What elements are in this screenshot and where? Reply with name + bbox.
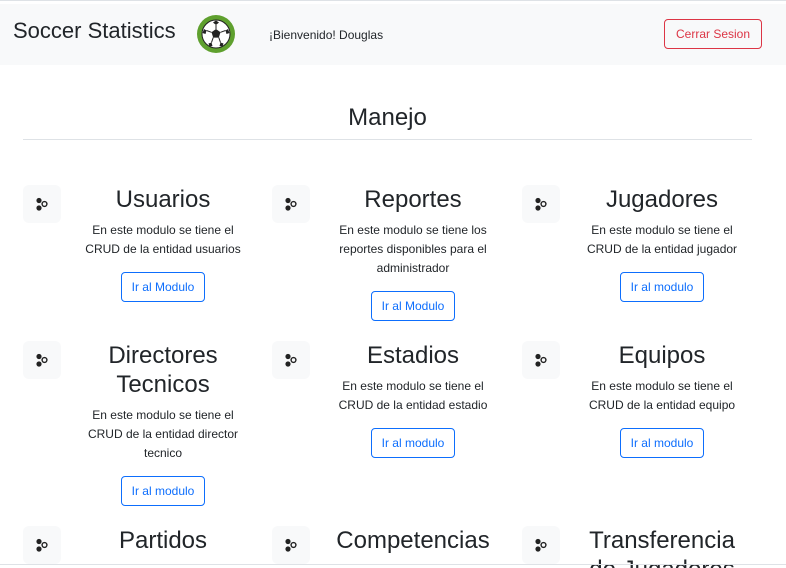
toggle-icon xyxy=(522,185,560,223)
module-title: Directores Tecnicos xyxy=(108,342,218,398)
page-title: Manejo xyxy=(348,104,427,131)
logout-button[interactable]: Cerrar Sesion xyxy=(664,19,762,49)
module-title: Usuarios xyxy=(115,186,211,213)
module-card-estadios: Estadios En este modulo se tiene el CRUD… xyxy=(328,341,498,458)
module-card-transferencia-de-jugadores: Transferencia de Jugadores xyxy=(577,526,747,568)
module-title: Jugadores xyxy=(605,186,719,213)
module-description: En este modulo se tiene el CRUD de la en… xyxy=(85,223,241,256)
go-to-module-button[interactable]: Ir al Modulo xyxy=(120,272,206,302)
toggle-icon xyxy=(23,526,61,564)
go-to-module-button[interactable]: Ir al Modulo xyxy=(370,291,456,321)
module-title: Competencias xyxy=(336,527,490,554)
toggle-icon xyxy=(272,185,310,223)
title-divider xyxy=(23,139,752,140)
brand-title[interactable]: Soccer Statistics xyxy=(13,18,176,44)
module-description: En este modulo se tiene el CRUD de la en… xyxy=(588,379,736,412)
module-title: Equipos xyxy=(618,342,706,369)
go-to-module-button[interactable]: Ir al modulo xyxy=(120,476,206,506)
module-description: En este modulo se tiene el CRUD de la en… xyxy=(586,223,738,256)
module-description: En este modulo se tiene el CRUD de la en… xyxy=(338,379,488,412)
toggle-icon xyxy=(522,341,560,379)
toggle-icon xyxy=(272,341,310,379)
module-card-usuarios: Usuarios En este modulo se tiene el CRUD… xyxy=(78,185,248,302)
module-title: Estadios xyxy=(366,342,460,369)
go-to-module-button[interactable]: Ir al modulo xyxy=(619,428,705,458)
toggle-icon xyxy=(23,341,61,379)
go-to-module-button[interactable]: Ir al modulo xyxy=(370,428,456,458)
module-description: En este modulo se tiene el CRUD de la en… xyxy=(87,408,239,460)
module-title: Partidos xyxy=(118,527,208,554)
bottom-border xyxy=(0,564,786,565)
module-card-jugadores: Jugadores En este modulo se tiene el CRU… xyxy=(577,185,747,302)
soccer-ball-icon xyxy=(196,14,236,54)
module-title: Transferencia de Jugadores xyxy=(589,527,735,568)
module-card-reportes: Reportes En este modulo se tiene los rep… xyxy=(328,185,498,321)
module-card-partidos: Partidos xyxy=(78,526,248,555)
go-to-module-button[interactable]: Ir al modulo xyxy=(619,272,705,302)
toggle-icon xyxy=(23,185,61,223)
module-card-equipos: Equipos En este modulo se tiene el CRUD … xyxy=(577,341,747,458)
module-title: Reportes xyxy=(364,186,462,213)
toggle-icon xyxy=(272,526,310,564)
module-card-competencias: Competencias xyxy=(328,526,498,555)
navbar: Soccer Statistics ¡Bienvenido! Douglas C… xyxy=(0,4,786,65)
module-card-directores-tecnicos: Directores Tecnicos En este modulo se ti… xyxy=(78,341,248,506)
toggle-icon xyxy=(522,526,560,564)
module-description: En este modulo se tiene los reportes dis… xyxy=(339,223,487,275)
welcome-message: ¡Bienvenido! Douglas xyxy=(269,28,384,42)
